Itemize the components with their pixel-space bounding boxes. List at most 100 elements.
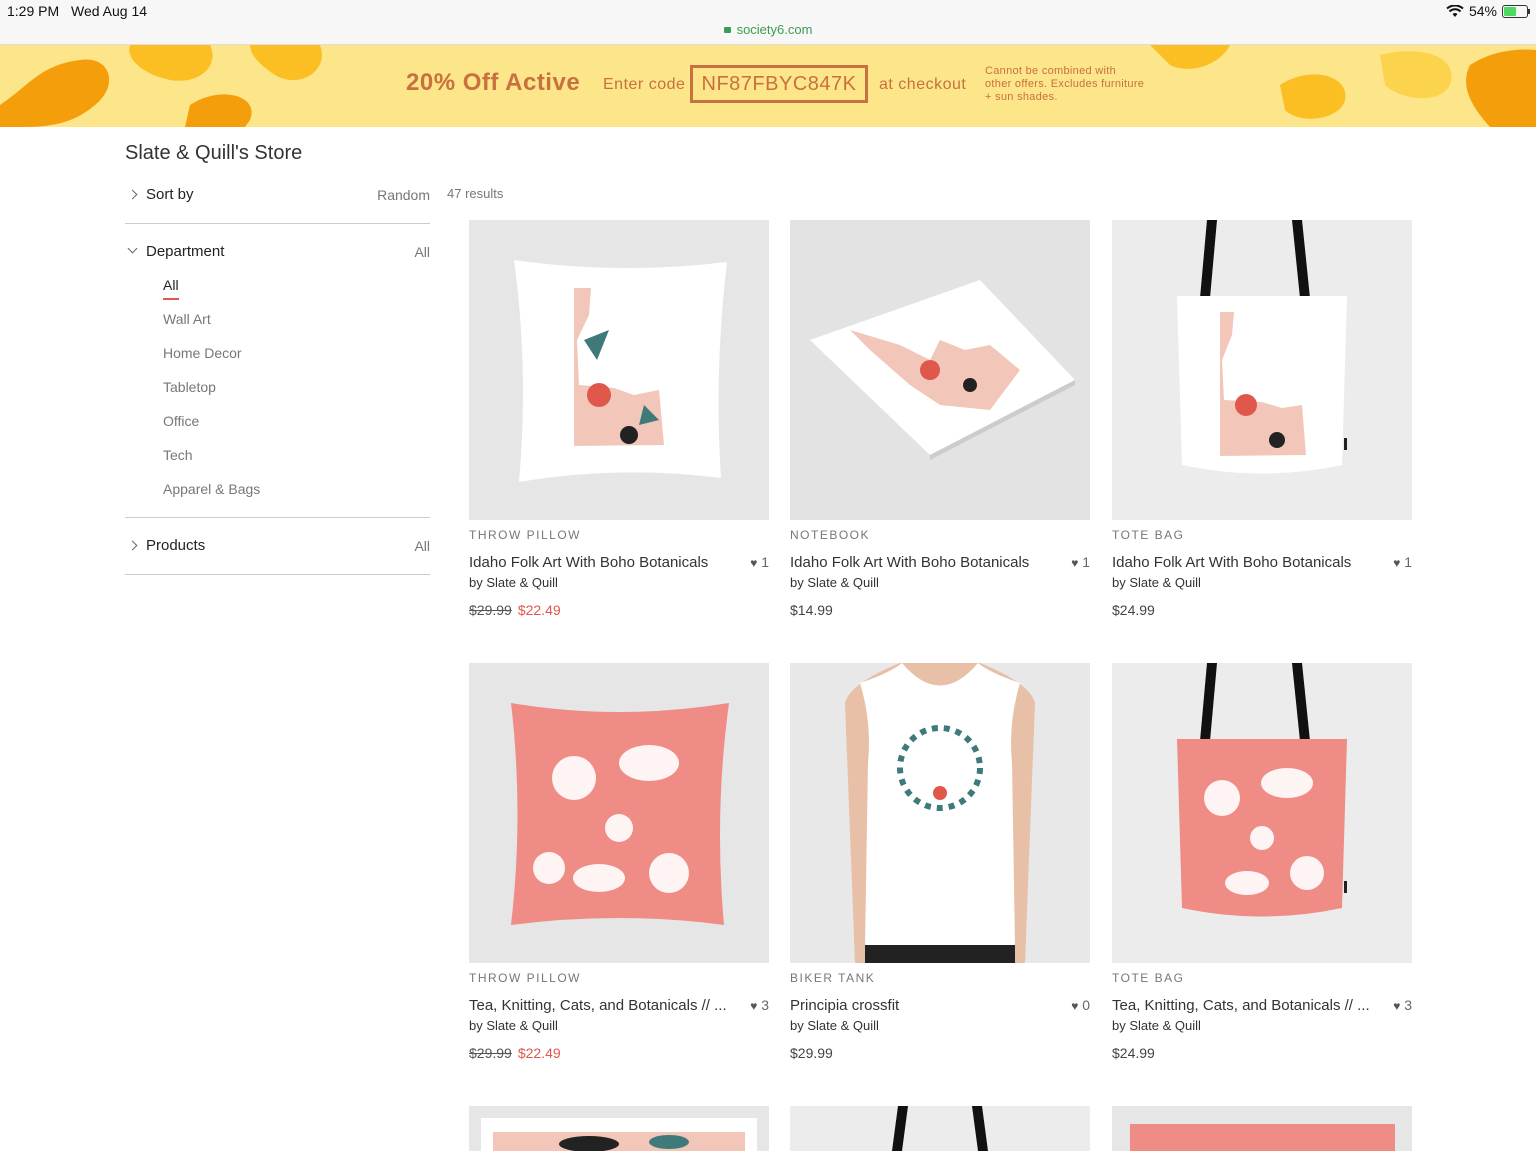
like-count: 1 bbox=[1082, 554, 1090, 570]
price: $29.99 bbox=[790, 1045, 833, 1061]
product-type: TOTE BAG bbox=[1112, 971, 1185, 985]
status-indicators: 54% bbox=[1446, 3, 1530, 19]
address-bar[interactable]: society6.com bbox=[0, 22, 1536, 37]
like-count: 3 bbox=[1404, 997, 1412, 1013]
price-original: $29.99 bbox=[469, 602, 512, 618]
products-label: Products bbox=[146, 537, 206, 554]
product-title[interactable]: Idaho Folk Art With Boho Botanicals bbox=[469, 554, 708, 571]
product-card[interactable]: NOTEBOOK Idaho Folk Art With Boho Botani… bbox=[790, 220, 1090, 618]
like-button[interactable]: ♥ 3 bbox=[1393, 997, 1412, 1013]
product-image-tote-bag[interactable] bbox=[1112, 220, 1412, 520]
product-type: BIKER TANK bbox=[790, 971, 876, 985]
url-text: society6.com bbox=[736, 22, 813, 37]
price-sale: $22.49 bbox=[517, 1045, 561, 1061]
product-type: THROW PILLOW bbox=[469, 528, 582, 542]
heart-icon: ♥ bbox=[1393, 999, 1401, 1013]
department-value: All bbox=[414, 244, 430, 260]
product-image-throw-pillow[interactable] bbox=[469, 663, 769, 963]
like-count: 1 bbox=[761, 554, 769, 570]
department-filter[interactable]: Department All bbox=[125, 242, 430, 262]
divider bbox=[125, 223, 430, 224]
department-item-tech[interactable]: Tech bbox=[163, 447, 260, 481]
divider bbox=[125, 517, 430, 518]
promo-enter-label: Enter code bbox=[603, 76, 686, 93]
product-type: TOTE BAG bbox=[1112, 528, 1185, 542]
status-time: 1:29 PM bbox=[7, 3, 60, 19]
wifi-icon bbox=[1446, 4, 1464, 17]
chevron-down-icon bbox=[127, 243, 138, 254]
like-count: 3 bbox=[761, 997, 769, 1013]
price-sale: $22.49 bbox=[517, 602, 561, 618]
like-count: 0 bbox=[1082, 997, 1090, 1013]
product-card[interactable]: TOTE BAG Idaho Folk Art With Boho Botani… bbox=[1112, 220, 1412, 618]
product-artist[interactable]: by Slate & Quill bbox=[1112, 575, 1412, 590]
store-title: Slate & Quill's Store bbox=[125, 142, 303, 164]
sort-label: Sort by bbox=[146, 186, 194, 203]
product-image-partial[interactable] bbox=[1112, 1106, 1412, 1151]
product-card[interactable]: THROW PILLOW Tea, Knitting, Cats, and Bo… bbox=[469, 663, 769, 1061]
department-item-wall-art[interactable]: Wall Art bbox=[163, 311, 260, 345]
heart-icon: ♥ bbox=[750, 556, 758, 570]
promo-code-box[interactable]: NF87FBYC847K bbox=[690, 65, 868, 103]
status-bar: 1:29 PM Wed Aug 14 society6.com 54% bbox=[0, 0, 1536, 45]
product-image-notebook[interactable] bbox=[790, 220, 1090, 520]
product-image-throw-pillow[interactable] bbox=[469, 220, 769, 520]
product-image-biker-tank[interactable] bbox=[790, 663, 1090, 963]
department-item-tabletop[interactable]: Tabletop bbox=[163, 379, 260, 413]
department-item-all[interactable]: All bbox=[163, 277, 260, 311]
promo-title: 20% Off Active bbox=[406, 69, 581, 96]
status-date: Wed Aug 14 bbox=[71, 3, 148, 19]
department-item-office[interactable]: Office bbox=[163, 413, 260, 447]
promo-at-checkout: at checkout bbox=[879, 76, 967, 93]
like-button[interactable]: ♥ 1 bbox=[1071, 554, 1090, 570]
product-artist[interactable]: by Slate & Quill bbox=[469, 1018, 769, 1033]
lock-icon bbox=[723, 27, 731, 33]
product-image-partial[interactable] bbox=[790, 1106, 1090, 1151]
products-value: All bbox=[414, 538, 430, 554]
product-card[interactable]: THROW PILLOW Idaho Folk Art With Boho Bo… bbox=[469, 220, 769, 618]
product-title[interactable]: Tea, Knitting, Cats, and Botanicals // .… bbox=[469, 997, 727, 1014]
product-image-partial[interactable] bbox=[469, 1106, 769, 1151]
divider bbox=[125, 574, 430, 575]
heart-icon: ♥ bbox=[1071, 999, 1079, 1013]
like-button[interactable]: ♥ 0 bbox=[1071, 997, 1090, 1013]
department-label: Department bbox=[146, 243, 225, 260]
product-title[interactable]: Idaho Folk Art With Boho Botanicals bbox=[1112, 554, 1351, 571]
product-type: NOTEBOOK bbox=[790, 528, 871, 542]
like-count: 1 bbox=[1404, 554, 1412, 570]
price-original: $29.99 bbox=[469, 1045, 512, 1061]
product-card[interactable]: TOTE BAG Tea, Knitting, Cats, and Botani… bbox=[1112, 663, 1412, 1061]
heart-icon: ♥ bbox=[1071, 556, 1079, 570]
battery-icon bbox=[1502, 4, 1530, 18]
chevron-right-icon bbox=[127, 540, 138, 551]
department-item-home-decor[interactable]: Home Decor bbox=[163, 345, 260, 379]
product-type: THROW PILLOW bbox=[469, 971, 582, 985]
price: $24.99 bbox=[1112, 602, 1155, 618]
product-artist[interactable]: by Slate & Quill bbox=[790, 575, 1090, 590]
price: $14.99 bbox=[790, 602, 833, 618]
product-title[interactable]: Tea, Knitting, Cats, and Botanicals // .… bbox=[1112, 997, 1370, 1014]
promo-banner: 20% Off Active Enter code NF87FBYC847K a… bbox=[0, 45, 1536, 127]
products-filter[interactable]: Products All bbox=[125, 536, 430, 556]
product-title[interactable]: Idaho Folk Art With Boho Botanicals bbox=[790, 554, 1029, 571]
price: $24.99 bbox=[1112, 1045, 1155, 1061]
department-list: All Wall Art Home Decor Tabletop Office … bbox=[163, 277, 260, 515]
battery-percent: 54% bbox=[1468, 3, 1497, 19]
like-button[interactable]: ♥ 1 bbox=[1393, 554, 1412, 570]
product-artist[interactable]: by Slate & Quill bbox=[469, 575, 769, 590]
results-count: 47 results bbox=[447, 186, 504, 201]
sort-value: Random bbox=[377, 187, 430, 203]
sort-filter[interactable]: Sort by Random bbox=[125, 185, 430, 205]
department-item-apparel-bags[interactable]: Apparel & Bags bbox=[163, 481, 260, 515]
heart-icon: ♥ bbox=[750, 999, 758, 1013]
like-button[interactable]: ♥ 1 bbox=[750, 554, 769, 570]
product-title[interactable]: Principia crossfit bbox=[790, 997, 899, 1014]
like-button[interactable]: ♥ 3 bbox=[750, 997, 769, 1013]
product-artist[interactable]: by Slate & Quill bbox=[790, 1018, 1090, 1033]
product-card[interactable]: BIKER TANK Principia crossfit ♥ 0 by Slat… bbox=[790, 663, 1090, 1061]
chevron-right-icon bbox=[127, 189, 138, 200]
promo-fine-print: Cannot be combined with other offers. Ex… bbox=[985, 65, 1145, 103]
product-artist[interactable]: by Slate & Quill bbox=[1112, 1018, 1412, 1033]
product-image-tote-bag[interactable] bbox=[1112, 663, 1412, 963]
heart-icon: ♥ bbox=[1393, 556, 1401, 570]
